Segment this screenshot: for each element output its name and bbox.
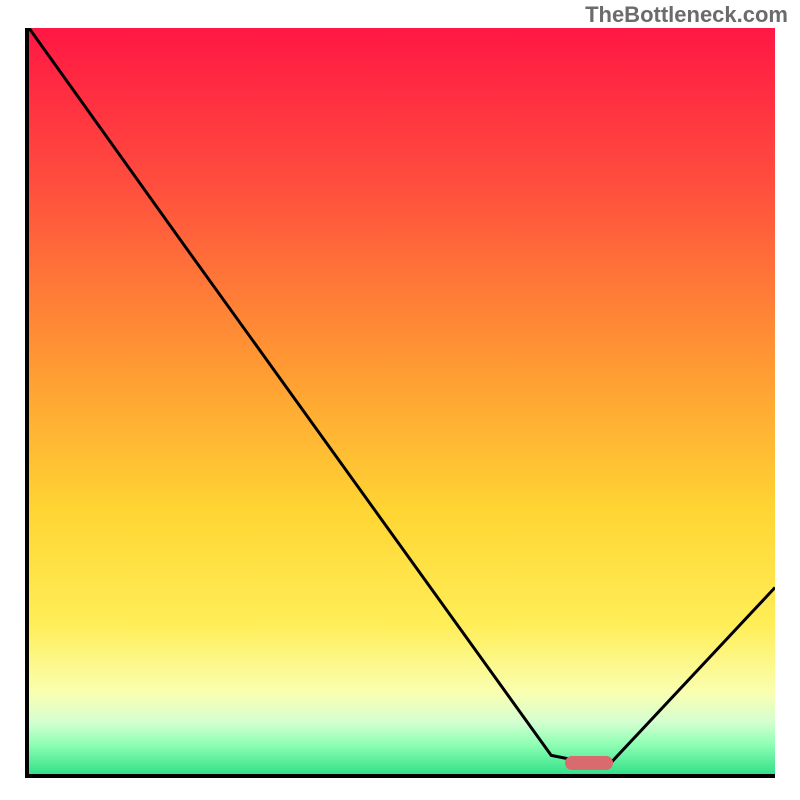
background-gradient: [29, 28, 775, 774]
optimal-marker: [565, 756, 613, 770]
watermark-text: TheBottleneck.com: [585, 2, 788, 28]
chart-plot-area: [25, 28, 775, 778]
